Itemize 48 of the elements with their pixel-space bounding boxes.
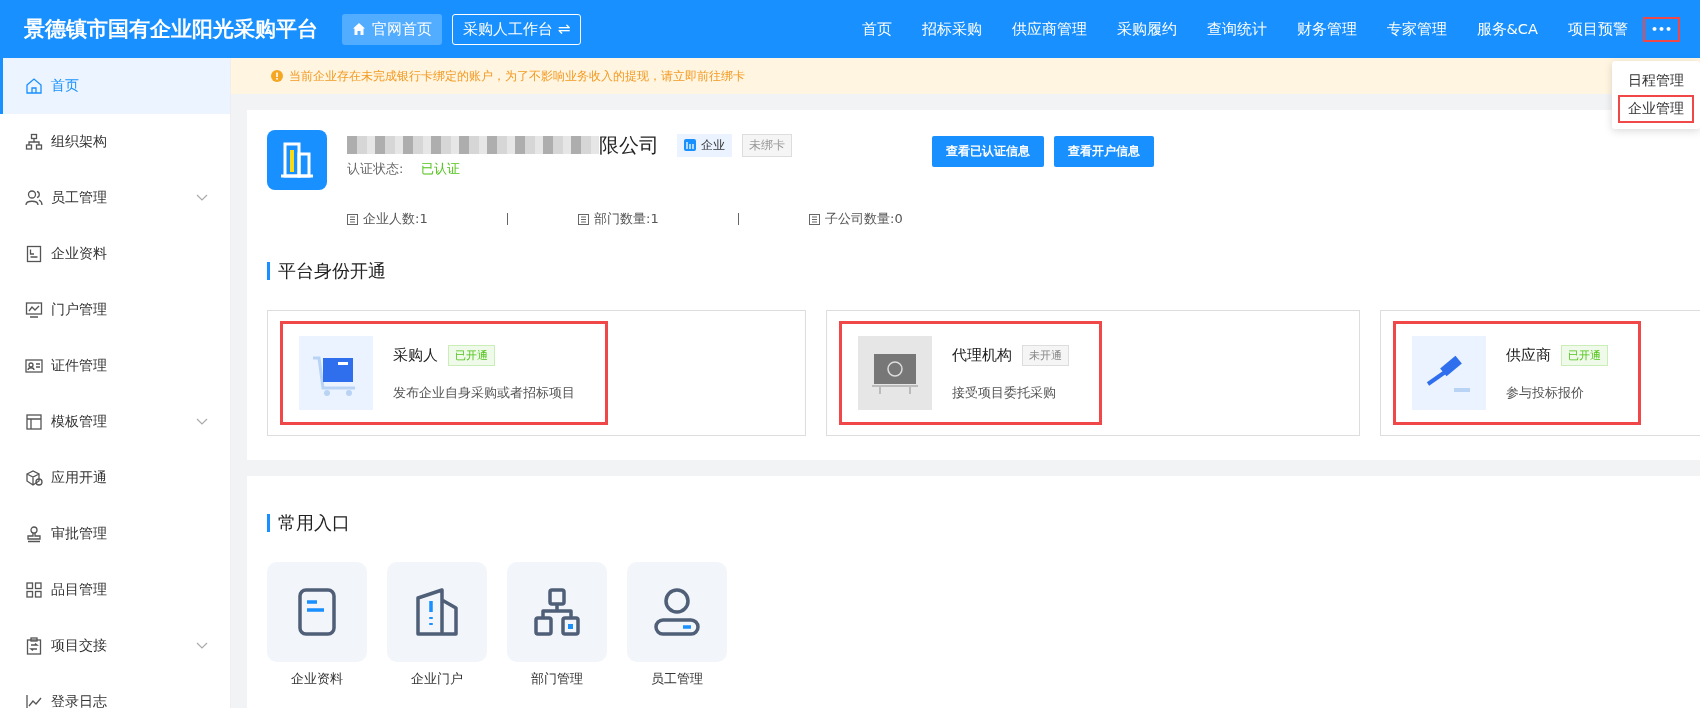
type-label: 企业 xyxy=(701,136,725,154)
menu-item[interactable]: 企业管理 xyxy=(1618,94,1694,123)
shopping-cart-icon xyxy=(299,336,373,410)
hierarchy-icon xyxy=(532,586,582,638)
stat-text: 企业人数:1 xyxy=(363,210,428,228)
chart-icon xyxy=(25,693,43,708)
status-tag: 已开通 xyxy=(448,344,495,366)
home-icon xyxy=(352,22,366,36)
hierarchy-icon xyxy=(25,133,43,151)
bank-status-tag: 未绑卡 xyxy=(742,133,792,157)
monitor-icon xyxy=(25,301,43,319)
status-label: 认证状态: xyxy=(347,160,404,178)
grid-icon xyxy=(25,581,43,599)
identity-name: 代理机构 xyxy=(952,345,1012,365)
identity-description: 参与投标报价 xyxy=(1506,383,1585,402)
stat-text: 子公司数量:0 xyxy=(825,210,903,228)
stat-icon xyxy=(578,213,589,225)
identity-name: 供应商 xyxy=(1506,345,1551,365)
box-icon xyxy=(25,469,43,487)
identity-description: 接受项目委托采购 xyxy=(952,383,1057,402)
user-icon xyxy=(652,586,702,638)
clipboard-icon xyxy=(25,637,43,655)
stat-text: 部门数量:1 xyxy=(594,210,659,228)
stat-icon xyxy=(347,213,358,225)
company-name: 限公司 xyxy=(599,131,659,159)
document-icon xyxy=(25,245,43,263)
platform-title: 景德镇市国有企业阳光采购平台 xyxy=(24,16,318,43)
section-title: 平台身份开通 xyxy=(267,262,1700,280)
warning-icon xyxy=(271,70,283,82)
layout-icon xyxy=(25,413,43,431)
gavel-icon xyxy=(1412,336,1486,410)
users-icon xyxy=(25,189,43,207)
section-title: 常用入口 xyxy=(267,514,1680,532)
stat-icon xyxy=(809,213,820,225)
presentation-board-icon xyxy=(858,336,932,410)
stamp-icon xyxy=(25,525,43,543)
warning-text: 当前企业存在未完成银行卡绑定的账户，为了不影响业务收入的提现，请立即前往绑卡 xyxy=(289,67,745,85)
status-tag: 已开通 xyxy=(1561,344,1608,366)
identity-card[interactable]: 代理机构 未开通 接受项目委托采购 xyxy=(826,310,1360,436)
id-card-icon xyxy=(25,357,43,375)
home-icon xyxy=(25,77,43,95)
identity-card[interactable]: 供应商 已开通 参与投标报价 xyxy=(1380,310,1700,436)
identity-card[interactable]: 采购人 已开通 发布企业自身采购或者招标项目 xyxy=(267,310,806,436)
identity-name: 采购人 xyxy=(393,345,438,365)
company-logo-icon xyxy=(267,130,327,190)
status-tag: 未开通 xyxy=(1022,344,1069,366)
status-value: 已认证 xyxy=(421,160,461,178)
identity-description: 发布企业自身采购或者招标项目 xyxy=(393,383,575,402)
